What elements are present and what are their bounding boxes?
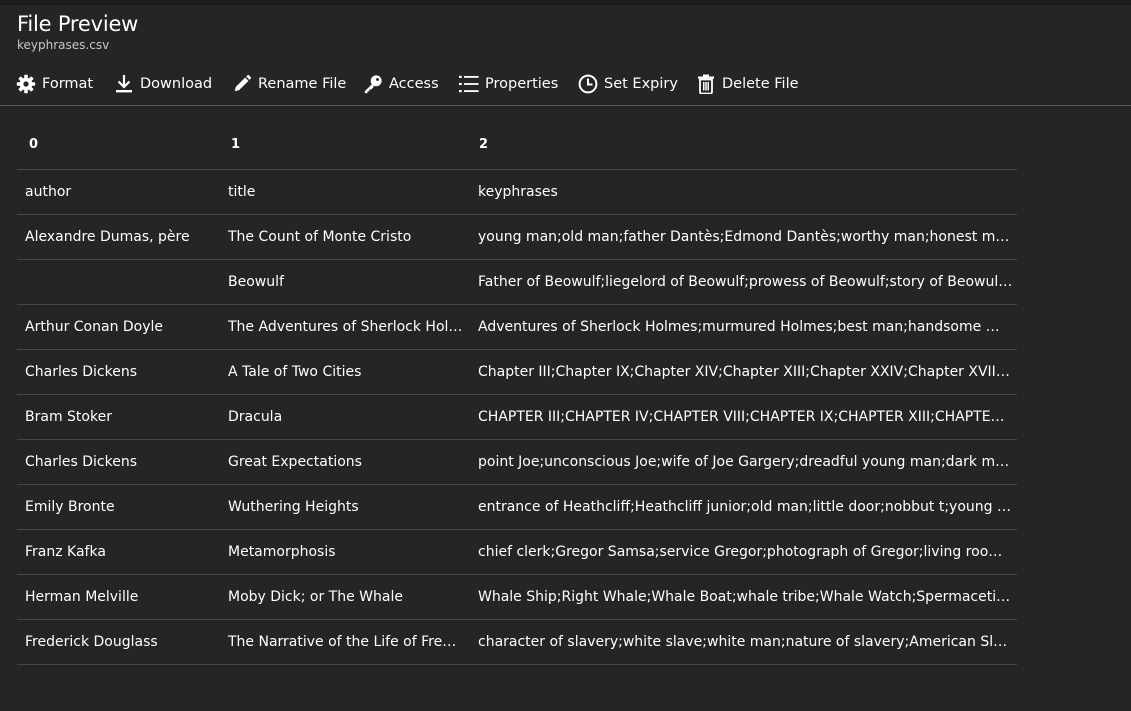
clock-icon xyxy=(578,73,598,95)
gear-icon xyxy=(16,73,36,95)
file-name: keyphrases.csv xyxy=(17,38,110,52)
table-row[interactable]: Emily Bronte Wuthering Heights entrance of… xyxy=(17,485,1017,530)
download-icon xyxy=(114,73,134,95)
table-cell: title xyxy=(228,184,256,200)
rename-file-label: Rename File xyxy=(258,76,347,92)
file-preview-page: File Preview keyphrases.csv Format Downl… xyxy=(0,0,1131,711)
key-icon xyxy=(363,73,383,95)
table-cell: Father of Beowulf;liegelord of Beowulf;p… xyxy=(478,274,1017,290)
table-row[interactable]: Bram Stoker Dracula CHAPTER III;CHAPTER IV… xyxy=(17,395,1017,440)
table-cell: Wuthering Heights xyxy=(228,499,359,515)
table-row[interactable]: Charles Dickens Great Expectations point J… xyxy=(17,440,1017,485)
download-button[interactable]: Download xyxy=(114,70,232,98)
rename-file-button[interactable]: Rename File xyxy=(232,70,363,98)
set-expiry-label: Set Expiry xyxy=(604,76,678,92)
table-cell: character of slavery;white slave;white m… xyxy=(478,634,1017,650)
table-cell: CHAPTER III;CHAPTER IV;CHAPTER VIII;CHAP… xyxy=(478,409,1017,425)
header: File Preview keyphrases.csv xyxy=(17,9,138,52)
table-row[interactable]: Charles Dickens A Tale of Two Cities Chapt… xyxy=(17,350,1017,395)
table-cell: Whale Ship;Right Whale;Whale Boat;whale … xyxy=(478,589,1017,605)
preview-table: 0 1 2 author title keyphrases Alexandre Dum… xyxy=(17,120,1017,665)
delete-file-label: Delete File xyxy=(722,76,799,92)
table-cell: Arthur Conan Doyle xyxy=(25,319,164,335)
trash-icon xyxy=(696,73,716,95)
column-header[interactable]: 0 xyxy=(17,137,220,152)
table-cell: young man;old man;father Dantès;Edmond D… xyxy=(478,229,1017,245)
column-header[interactable]: 2 xyxy=(470,137,1017,152)
table-cell: A Tale of Two Cities xyxy=(228,364,362,380)
download-label: Download xyxy=(140,76,213,92)
access-button[interactable]: Access xyxy=(363,70,459,98)
properties-label: Properties xyxy=(485,76,559,92)
set-expiry-button[interactable]: Set Expiry xyxy=(578,70,696,98)
table-row[interactable]: Franz Kafka Metamorphosis chief clerk;Greg… xyxy=(17,530,1017,575)
table-cell: Emily Bronte xyxy=(25,499,115,515)
table-cell: Alexandre Dumas, père xyxy=(25,229,190,245)
delete-file-button[interactable]: Delete File xyxy=(696,70,806,98)
table-header-row: 0 1 2 xyxy=(17,120,1017,170)
table-cell: chief clerk;Gregor Samsa;service Gregor;… xyxy=(478,544,1017,560)
format-label: Format xyxy=(42,76,94,92)
table-cell: The Adventures of Sherlock Holmes xyxy=(228,319,470,335)
pencil-icon xyxy=(232,73,252,95)
table-row[interactable]: Frederick Douglass The Narrative of the L… xyxy=(17,620,1017,665)
format-button[interactable]: Format xyxy=(16,70,114,98)
table-cell: point Joe;unconscious Joe;wife of Joe Ga… xyxy=(478,454,1017,470)
table-cell: Herman Melville xyxy=(25,589,139,605)
table-cell: Chapter III;Chapter IX;Chapter XIV;Chapt… xyxy=(478,364,1017,380)
table-cell: keyphrases xyxy=(478,184,558,200)
table-row[interactable]: Herman Melville Moby Dick; or The Whale Wh… xyxy=(17,575,1017,620)
table-cell: Moby Dick; or The Whale xyxy=(228,589,403,605)
table-row[interactable]: Beowulf Father of Beowulf;liegelord of Be… xyxy=(17,260,1017,305)
table-row[interactable]: Arthur Conan Doyle The Adventures of Sher… xyxy=(17,305,1017,350)
table-cell: Dracula xyxy=(228,409,283,425)
table-cell: Beowulf xyxy=(228,274,284,290)
access-label: Access xyxy=(389,76,439,92)
column-header[interactable]: 1 xyxy=(220,137,470,152)
table-cell: Adventures of Sherlock Holmes;murmured H… xyxy=(478,319,1017,335)
table-cell: Great Expectations xyxy=(228,454,362,470)
top-strip xyxy=(0,0,1131,5)
page-title: File Preview xyxy=(17,12,139,36)
list-icon xyxy=(459,73,479,95)
table-cell: Franz Kafka xyxy=(25,544,106,560)
table-cell: Charles Dickens xyxy=(25,364,137,380)
table-cell: The Count of Monte Cristo xyxy=(228,229,412,245)
table-row[interactable]: author title keyphrases xyxy=(17,170,1017,215)
table-row[interactable]: Alexandre Dumas, père The Count of Monte … xyxy=(17,215,1017,260)
table-cell: The Narrative of the Life of Frederi… xyxy=(228,634,470,650)
toolbar: Format Download Rename File Access Prope… xyxy=(16,70,806,98)
table-cell: Metamorphosis xyxy=(228,544,336,560)
toolbar-divider xyxy=(0,105,1131,106)
table-cell: Charles Dickens xyxy=(25,454,137,470)
table-cell: author xyxy=(25,184,72,200)
table-body: author title keyphrases Alexandre Dumas, pè… xyxy=(17,170,1017,665)
properties-button[interactable]: Properties xyxy=(459,70,578,98)
table-cell: Frederick Douglass xyxy=(25,634,158,650)
table-cell: entrance of Heathcliff;Heathcliff junior… xyxy=(478,499,1017,515)
table-cell: Bram Stoker xyxy=(25,409,112,425)
